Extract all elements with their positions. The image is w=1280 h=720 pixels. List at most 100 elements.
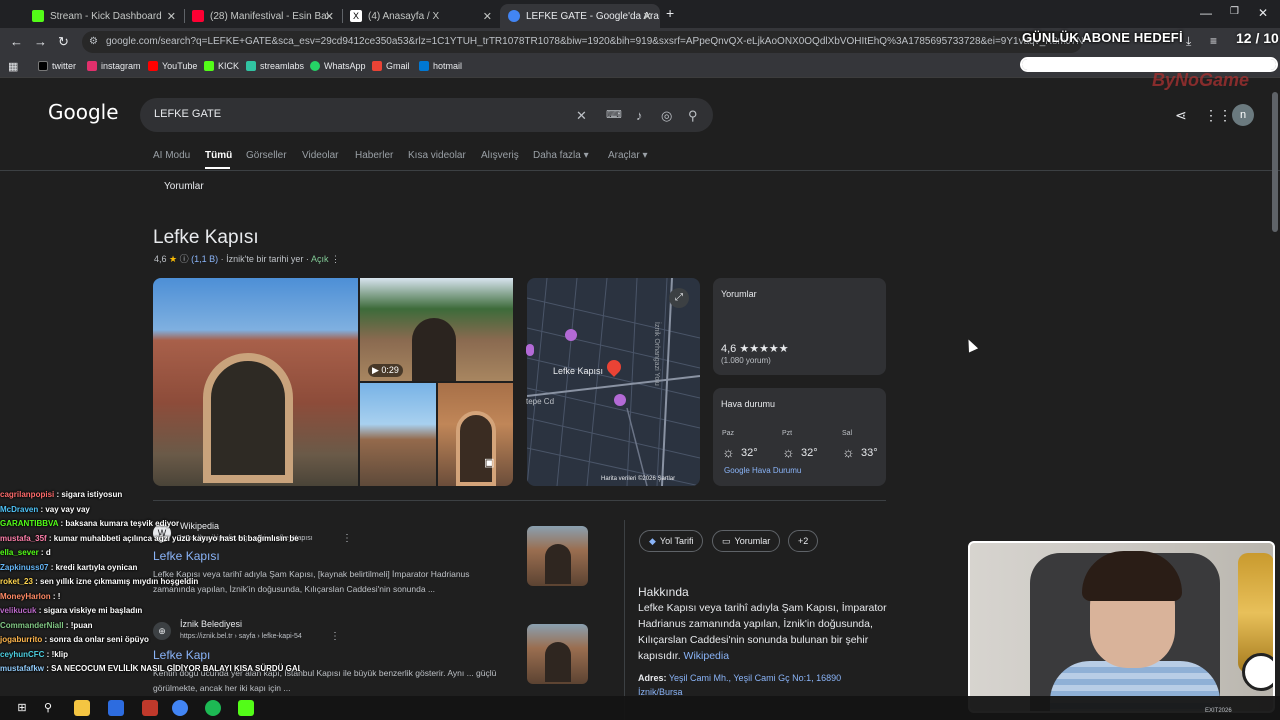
close-icon[interactable]: ✕: [643, 10, 652, 23]
tab-images[interactable]: Görseller: [246, 150, 287, 161]
chat-username[interactable]: mustafa_35f: [0, 534, 47, 543]
spotify-icon[interactable]: [205, 700, 221, 716]
app-icon[interactable]: [108, 700, 124, 716]
chat-username[interactable]: velikucuk: [0, 606, 36, 615]
site-info-icon[interactable]: ⚙: [89, 36, 98, 47]
chat-message: mustafafkw : SA NECOCUM EVLİLİK NASIL Gİ…: [0, 662, 300, 677]
more-vert-icon[interactable]: ⋮: [342, 533, 352, 544]
chat-username[interactable]: mustafafkw: [0, 664, 44, 673]
rating-count[interactable]: (1,1 B): [191, 254, 218, 264]
tab-x[interactable]: X (4) Anasayfa / X ✕: [342, 4, 500, 28]
tab-google-search[interactable]: LEFKE GATE - Google'da Ara ✕: [500, 4, 660, 28]
gallery-icon[interactable]: ▣: [484, 456, 494, 469]
tab-youtube[interactable]: (28) Manifestival - Esin Bahat ile ✕: [184, 4, 342, 28]
apps-icon[interactable]: ⋮⋮: [1204, 107, 1232, 124]
windows-start-icon[interactable]: ⊞: [14, 700, 30, 716]
open-status: Açık: [310, 254, 329, 264]
apps-grid-icon[interactable]: ▦: [8, 60, 18, 73]
chat-username[interactable]: CommanderNiall: [0, 621, 64, 630]
tab-news[interactable]: Haberler: [355, 150, 393, 161]
tab-shopping[interactable]: Alışveriş: [481, 150, 519, 161]
close-icon[interactable]: ✕: [483, 10, 492, 23]
chat-username[interactable]: ceyhunCFC: [0, 650, 44, 659]
tab-kick-dashboard[interactable]: Stream - Kick Dashboard ✕: [24, 4, 184, 28]
chat-username[interactable]: jogaburrito: [0, 635, 42, 644]
poi-marker-icon[interactable]: [526, 344, 534, 356]
bookmark-whatsapp[interactable]: WhatsApp: [310, 61, 366, 71]
football-decoration: [1242, 653, 1273, 691]
google-logo[interactable]: Google: [48, 100, 119, 124]
poi-marker-icon[interactable]: [565, 329, 577, 341]
keyboard-icon[interactable]: ⌨: [606, 108, 622, 121]
map-attribution[interactable]: Harita verileri ©2026 Şartlar: [601, 476, 675, 482]
close-window-icon[interactable]: ✕: [1258, 6, 1268, 20]
reviews-button[interactable]: ▭ Yorumlar: [712, 530, 781, 552]
poi-marker-icon[interactable]: [614, 394, 626, 406]
chat-username[interactable]: ella_sever: [0, 548, 39, 557]
share-icon[interactable]: ⋖: [1175, 107, 1187, 124]
bookmark-instagram[interactable]: instagram: [87, 61, 141, 71]
chat-username[interactable]: roket_23: [0, 577, 33, 586]
more-vert-icon[interactable]: ⋮: [330, 631, 340, 642]
minimize-icon[interactable]: —: [1200, 6, 1212, 20]
search-input[interactable]: LEFKE GATE: [154, 108, 221, 120]
directions-button[interactable]: ◆ Yol Tarifi: [639, 530, 704, 552]
file-explorer-icon[interactable]: [74, 700, 90, 716]
microphone-icon[interactable]: ♪: [636, 108, 643, 123]
tab-tools[interactable]: Araçlar ▾: [608, 150, 648, 161]
more-actions-button[interactable]: +2: [788, 530, 819, 552]
tab-ai-mode[interactable]: AI Modu: [153, 150, 190, 161]
download-icon[interactable]: ⤓: [1186, 34, 1191, 49]
result-thumbnail[interactable]: [527, 624, 588, 684]
tab-short-videos[interactable]: Kısa videolar: [408, 150, 466, 161]
chat-username[interactable]: GARANTIBBVA: [0, 519, 58, 528]
place-photo-main[interactable]: [153, 278, 358, 486]
search-box[interactable]: [140, 98, 713, 132]
reload-icon[interactable]: ↻: [58, 34, 69, 50]
camera-icon[interactable]: ◎: [661, 108, 672, 124]
info-icon[interactable]: ⓘ: [180, 254, 189, 264]
bookmark-twitter[interactable]: twitter: [38, 61, 76, 71]
address: Adres: Yeşil Cami Mh., Yeşil Cami Gç No:…: [638, 671, 888, 699]
scrollbar[interactable]: [1272, 92, 1278, 232]
search-icon[interactable]: ⚲: [40, 700, 56, 716]
back-icon[interactable]: ←: [10, 34, 23, 49]
chrome-icon[interactable]: [172, 700, 188, 716]
bookmark-kick[interactable]: KICK: [204, 61, 239, 71]
expand-icon[interactable]: ⤢: [669, 288, 689, 308]
more-vert-icon[interactable]: ⋮: [331, 254, 340, 264]
new-tab-button[interactable]: +: [666, 5, 674, 21]
bookmark-hotmail[interactable]: hotmail: [419, 61, 462, 71]
gate-arch: [456, 411, 496, 486]
chat-username[interactable]: Zapkinuss07: [0, 563, 48, 572]
forward-icon[interactable]: →: [34, 34, 47, 49]
bookmark-youtube[interactable]: YouTube: [148, 61, 197, 71]
place-photo[interactable]: [360, 383, 436, 486]
bookmark-gmail[interactable]: Gmail: [372, 61, 410, 71]
reviews-chip[interactable]: Yorumlar: [164, 181, 204, 192]
clear-icon[interactable]: ✕: [576, 108, 587, 124]
close-icon[interactable]: ✕: [167, 10, 176, 23]
address-value[interactable]: Yeşil Cami Mh., Yeşil Cami Gç No:1, 1689…: [638, 673, 841, 697]
menu-list-icon[interactable]: ≡: [1210, 34, 1217, 48]
search-icon[interactable]: ⚲: [688, 108, 698, 124]
wikipedia-link[interactable]: Wikipedia: [684, 650, 730, 662]
url-text[interactable]: google.com/search?q=LEFKE+GATE&sca_esv=2…: [106, 36, 1086, 47]
bookmark-label: Gmail: [386, 61, 410, 71]
tab-more[interactable]: Daha fazla ▾: [533, 150, 589, 161]
map[interactable]: [527, 278, 700, 486]
tab-videos[interactable]: Videolar: [302, 150, 339, 161]
weather-link[interactable]: Google Hava Durumu: [724, 466, 801, 475]
bookmark-streamlabs[interactable]: streamlabs: [246, 61, 304, 71]
avatar[interactable]: n: [1232, 104, 1254, 126]
chat-username[interactable]: cagrilanpopisi: [0, 490, 54, 499]
place-photo[interactable]: [438, 383, 513, 486]
close-icon[interactable]: ✕: [325, 10, 334, 23]
kick-icon[interactable]: [238, 700, 254, 716]
obs-icon[interactable]: [142, 700, 158, 716]
chat-username[interactable]: McDraven: [0, 505, 38, 514]
restore-icon[interactable]: ❐: [1230, 6, 1239, 17]
chat-username[interactable]: MoneyHarlon: [0, 592, 51, 601]
result-thumbnail[interactable]: [527, 526, 588, 586]
tab-all[interactable]: Tümü: [205, 150, 232, 161]
